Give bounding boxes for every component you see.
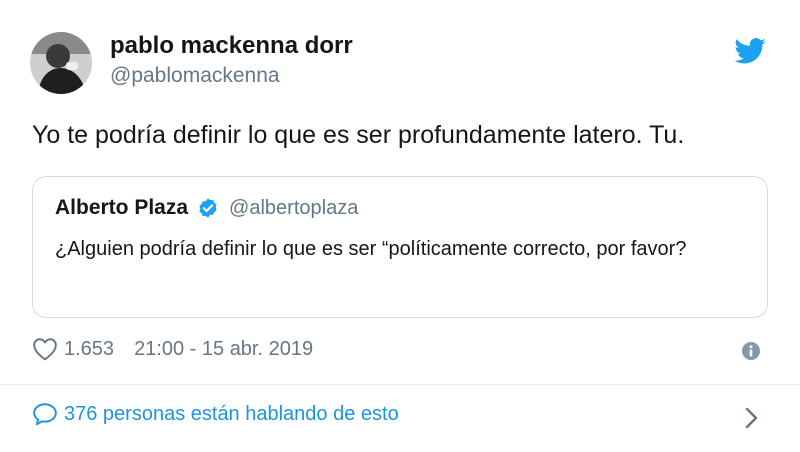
- quoted-tweet-card[interactable]: Alberto Plaza @albertoplaza ¿Alguien pod…: [32, 176, 768, 318]
- conversation-link[interactable]: 376 personas están hablando de esto: [32, 402, 399, 426]
- author-handle[interactable]: @pablomackenna: [110, 64, 280, 88]
- author-display-name[interactable]: pablo mackenna dorr: [110, 32, 353, 60]
- avatar[interactable]: [30, 32, 92, 94]
- chevron-right-icon[interactable]: [742, 404, 760, 432]
- quoted-author-handle[interactable]: @albertoplaza: [229, 197, 358, 220]
- tweet-text: Yo te podría definir lo que es ser profu…: [32, 121, 685, 149]
- tweet-meta: 1.653 21:00 - 15 abr. 2019: [32, 337, 313, 361]
- quoted-tweet-text: ¿Alguien podría definir lo que es ser “p…: [55, 238, 687, 260]
- conversation-text[interactable]: 376 personas están hablando de esto: [64, 403, 399, 426]
- speech-bubble-icon: [33, 403, 57, 426]
- heart-icon[interactable]: [32, 337, 58, 361]
- info-icon[interactable]: [740, 340, 762, 362]
- twitter-bird-icon[interactable]: [734, 38, 766, 64]
- user-avatar-icon: [30, 32, 92, 94]
- verified-badge-icon: [199, 198, 217, 218]
- like-count[interactable]: 1.653: [64, 338, 114, 361]
- divider: [0, 384, 800, 385]
- quoted-tweet-header: Alberto Plaza @albertoplaza: [55, 196, 358, 220]
- tweet-timestamp[interactable]: 21:00 - 15 abr. 2019: [134, 338, 313, 361]
- quoted-author-name[interactable]: Alberto Plaza: [55, 196, 188, 220]
